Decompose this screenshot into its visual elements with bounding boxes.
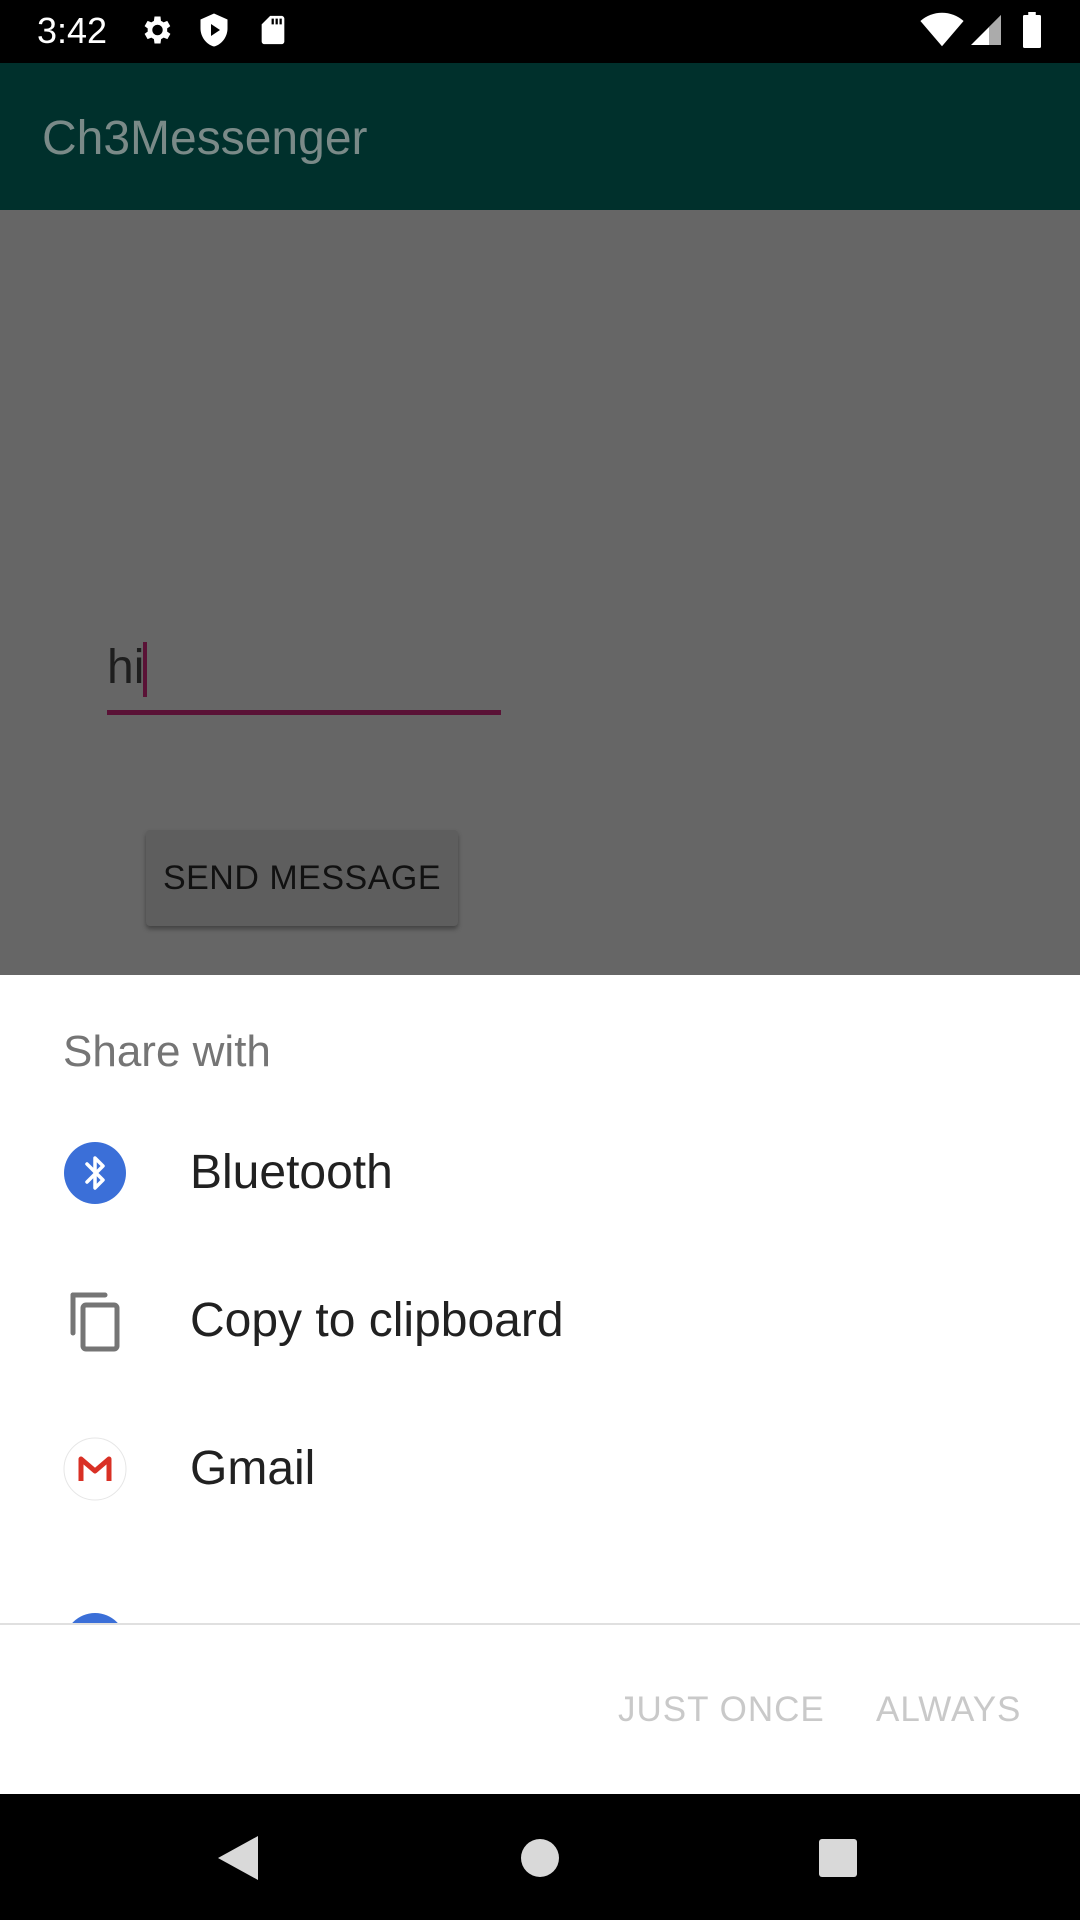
divider	[0, 1623, 1080, 1625]
back-icon[interactable]	[216, 1834, 260, 1887]
navigation-bar	[0, 1794, 1080, 1920]
shield-play-icon	[196, 12, 232, 53]
copy-icon	[63, 1289, 127, 1353]
battery-icon	[1022, 12, 1042, 53]
share-sheet: Share with Bluetooth Copy to clipboard G…	[0, 975, 1080, 1794]
just-once-button[interactable]: JUST ONCE	[618, 1690, 825, 1730]
share-option-gmail[interactable]: Gmail	[0, 1395, 1080, 1543]
home-icon[interactable]	[520, 1834, 560, 1887]
send-message-button[interactable]: SEND MESSAGE	[146, 830, 458, 926]
status-time: 3:42	[37, 10, 108, 51]
wifi-icon	[920, 12, 964, 53]
bluetooth-icon	[63, 1141, 127, 1205]
share-option-label: Copy to clipboard	[190, 1294, 564, 1347]
share-option-label: Bluetooth	[190, 1146, 393, 1199]
app-bar: Ch3Messenger	[0, 63, 1080, 210]
message-input[interactable]: hi	[107, 630, 501, 715]
main-content: hi SEND MESSAGE	[0, 210, 1080, 975]
status-bar: 3:42	[0, 0, 1080, 63]
share-sheet-title: Share with	[63, 1027, 271, 1076]
settings-icon	[138, 12, 174, 53]
share-option-bluetooth[interactable]: Bluetooth	[0, 1099, 1080, 1247]
app-title: Ch3Messenger	[42, 112, 368, 165]
cell-signal-icon	[968, 12, 1004, 53]
text-cursor	[143, 642, 147, 697]
gmail-icon	[63, 1437, 127, 1501]
sd-card-icon	[256, 12, 290, 53]
recents-icon[interactable]	[818, 1834, 858, 1887]
always-button[interactable]: ALWAYS	[876, 1690, 1021, 1730]
share-option-copy-to-clipboard[interactable]: Copy to clipboard	[0, 1247, 1080, 1395]
share-option-label: Gmail	[190, 1442, 316, 1495]
message-input-value: hi	[107, 641, 145, 694]
